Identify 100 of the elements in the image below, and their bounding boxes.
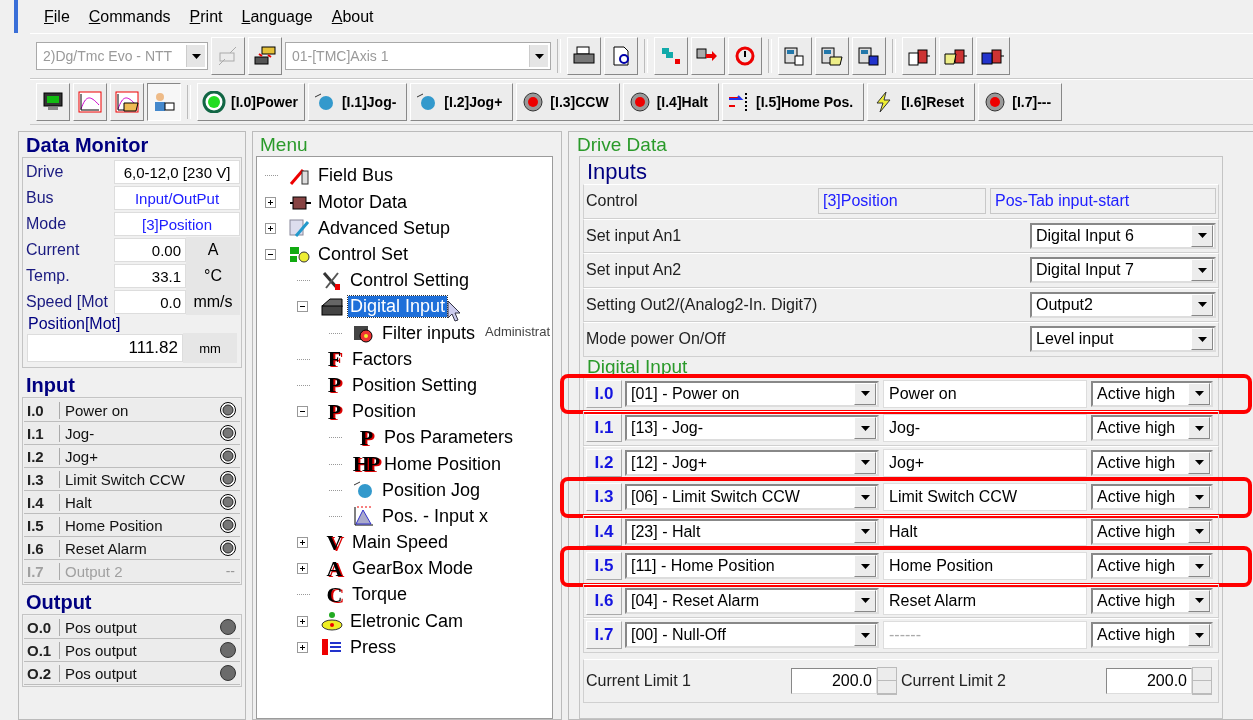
expand-icon[interactable]	[297, 563, 308, 575]
tree-item[interactable]: Position	[350, 401, 419, 423]
field-label: Set input An1	[586, 226, 683, 245]
input-label: Reset Alarm	[64, 539, 148, 557]
reset-button[interactable]	[728, 37, 762, 75]
field-label: Mode	[25, 214, 68, 234]
menu-item[interactable]: Commands	[88, 7, 180, 26]
collapse-icon[interactable]	[265, 249, 276, 260]
limit-input[interactable]: 200.0	[1106, 667, 1192, 694]
indicator-led-icon	[220, 642, 236, 659]
input-id: I.4	[24, 493, 60, 511]
tree-item[interactable]: Home Position	[382, 453, 504, 475]
setting-select[interactable]: Output2	[1030, 291, 1216, 318]
menu-item[interactable]: About	[331, 7, 383, 26]
unit-label: °C	[186, 263, 240, 289]
expand-icon[interactable]	[297, 537, 308, 549]
tree-item[interactable]: Eletronic Cam	[348, 610, 466, 632]
setting-select[interactable]: Level input	[1030, 326, 1216, 353]
function-select[interactable]: [01] - Power on	[625, 380, 879, 407]
letter-icon: P	[320, 372, 346, 399]
tree-item[interactable]: Pos. - Input x	[380, 505, 491, 527]
tree-item[interactable]: Filter inputs	[380, 322, 478, 344]
polarity-select[interactable]: Active high	[1091, 484, 1213, 511]
command-button[interactable]: [I.4]Halt	[622, 83, 719, 121]
input-name: Home Position	[883, 552, 1087, 581]
command-button[interactable]: [I.6]Reset	[867, 83, 976, 121]
tree-item[interactable]: Control Set	[316, 244, 411, 265]
input-id: I.1	[586, 414, 622, 443]
tree-item[interactable]: Position Jog	[380, 479, 483, 501]
motor-file-button[interactable]	[902, 37, 936, 75]
tree-item[interactable]: Pos Parameters	[382, 427, 516, 449]
polarity-select[interactable]: Active high	[1091, 587, 1213, 614]
indicator-led-icon	[220, 494, 236, 511]
command-button[interactable]: [I.1]Jog-	[307, 83, 408, 121]
input-name: Reset Alarm	[883, 586, 1087, 615]
scope-folder-icon	[115, 91, 139, 113]
field-value: 33.1	[114, 264, 186, 288]
command-button[interactable]: [I.5]Home Pos.	[722, 83, 865, 121]
tree-item[interactable]: Control Setting	[348, 270, 472, 292]
setting-select[interactable]: Digital Input 6	[1030, 222, 1216, 249]
function-select[interactable]: [13] - Jog-	[625, 415, 879, 442]
preview-button[interactable]	[604, 37, 638, 75]
function-select[interactable]: [11] - Home Position	[625, 553, 879, 580]
connector-icon	[253, 45, 277, 67]
indicator-led-icon	[220, 517, 236, 534]
caret-icon	[860, 563, 870, 569]
menu-item[interactable]: File	[44, 7, 79, 26]
function-select[interactable]: [06] - Limit Switch CCW	[625, 484, 879, 511]
caret-icon	[1194, 460, 1204, 466]
monitor-icon	[41, 91, 65, 113]
tree-item[interactable]: Field Bus	[316, 165, 396, 187]
expand-icon[interactable]	[265, 222, 276, 234]
polarity-select[interactable]: Active high	[1091, 380, 1213, 407]
command-button[interactable]: [I.3]CCW	[516, 83, 620, 121]
input-name: Jog-	[883, 414, 1087, 443]
tree-item[interactable]: Main Speed	[350, 532, 451, 554]
command-button[interactable]: [I.2]Jog+	[410, 83, 514, 121]
function-select[interactable]: [04] - Reset Alarm	[625, 587, 879, 614]
transfer-button[interactable]	[654, 37, 688, 75]
input-name: ------	[883, 621, 1087, 650]
function-select[interactable]: [23] - Halt	[625, 518, 879, 545]
expand-icon[interactable]	[297, 615, 308, 627]
polarity-select[interactable]: Active high	[1091, 415, 1213, 442]
command-button[interactable]: [I.7]---	[978, 83, 1063, 121]
setting-select[interactable]: Digital Input 7	[1030, 257, 1216, 284]
motor-file-button[interactable]	[976, 37, 1010, 75]
caret-icon	[1197, 267, 1207, 273]
function-select[interactable]: [12] - Jog+	[625, 449, 879, 476]
group-title: Menu	[259, 134, 309, 156]
tree-item[interactable]: Position Setting	[350, 374, 480, 396]
field-label: Bus	[25, 188, 55, 208]
letter-icon: C	[320, 581, 346, 608]
connect-button[interactable]	[248, 37, 282, 75]
field-label: Control	[586, 192, 639, 211]
caret-icon	[1194, 494, 1204, 500]
command-button[interactable]: [I.0]Power	[197, 83, 305, 121]
collapse-icon[interactable]	[297, 406, 308, 418]
user-icon	[152, 91, 176, 113]
tree-item[interactable]: Digital Input	[348, 296, 448, 318]
input-label: Halt	[64, 493, 93, 511]
expand-icon[interactable]	[297, 641, 308, 653]
menu-item[interactable]: Print	[189, 7, 232, 26]
motor-file-button[interactable]	[939, 37, 973, 75]
input-id: I.6	[24, 539, 60, 557]
menu-item[interactable]: Language	[241, 7, 322, 26]
polarity-select[interactable]: Active high	[1091, 518, 1213, 545]
tree-item[interactable]: Motor Data	[316, 191, 410, 213]
expand-icon[interactable]	[265, 196, 276, 208]
print-button[interactable]	[567, 37, 601, 75]
polarity-select[interactable]: Active high	[1091, 449, 1213, 476]
tree-item[interactable]: Torque	[350, 584, 410, 606]
tree-item[interactable]: Press	[348, 636, 398, 658]
tree-item[interactable]: GearBox Mode	[350, 558, 476, 580]
upload-button[interactable]	[691, 37, 725, 75]
drive-file-button[interactable]	[852, 37, 886, 75]
limit-input[interactable]: 200.0	[791, 667, 877, 694]
polarity-select[interactable]: Active high	[1091, 553, 1213, 580]
collapse-icon[interactable]	[297, 301, 308, 313]
tree-item[interactable]: Advanced Setup	[316, 217, 453, 239]
tree-item[interactable]: Factors	[350, 348, 414, 370]
